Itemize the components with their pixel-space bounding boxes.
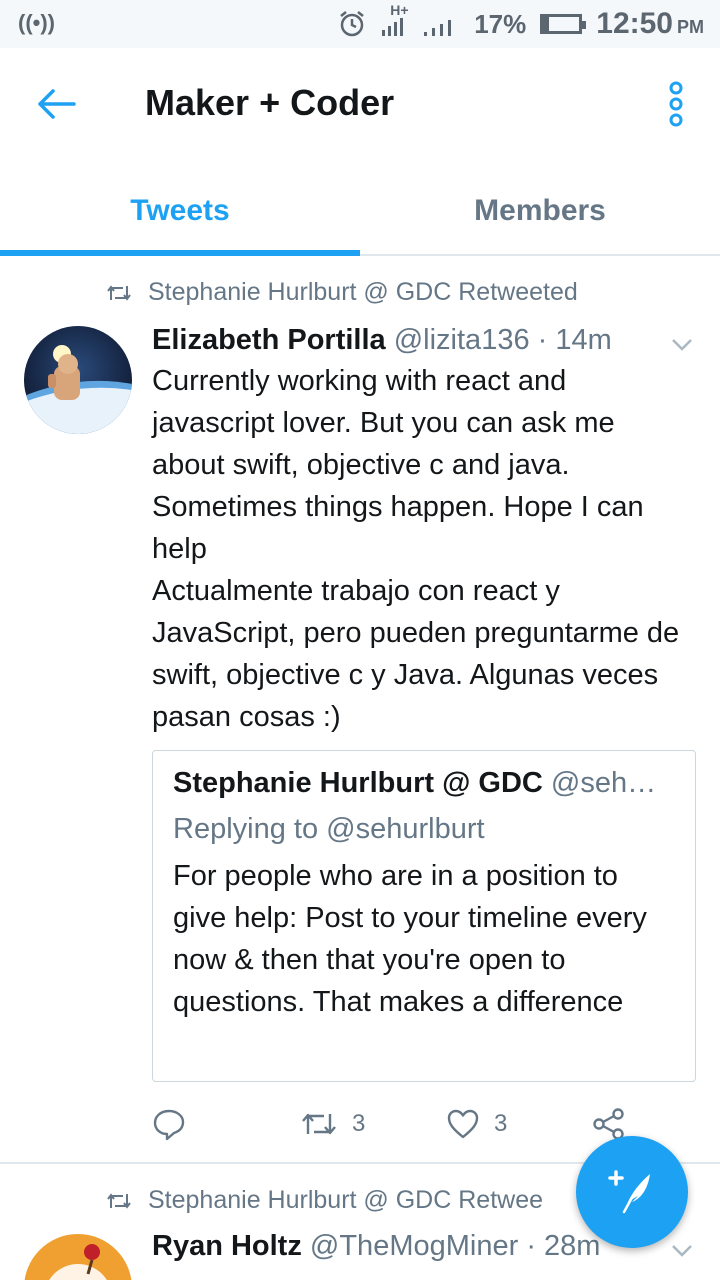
retweet-button[interactable]: 3 — [300, 1100, 365, 1148]
author-name[interactable]: Elizabeth Portilla — [152, 324, 386, 356]
quoted-text: For people who are in a position to give… — [173, 860, 647, 1018]
separator: · — [526, 1230, 536, 1262]
retweet-icon — [302, 1113, 336, 1135]
tweet-header: Ryan Holtz @TheMogMiner · 28m — [152, 1230, 600, 1263]
retweet-count: 3 — [352, 1110, 366, 1137]
retweet-icon — [107, 1192, 131, 1209]
compose-tweet-button[interactable] — [576, 1136, 688, 1248]
tweet-text: Currently working with react and javascr… — [152, 365, 680, 733]
tweet-time: 14m — [555, 324, 612, 356]
compose-tweet-icon — [608, 1170, 650, 1214]
chevron-down-icon[interactable] — [668, 330, 696, 358]
quoted-tweet[interactable]: Stephanie Hurlburt @ GDC @seh… Replying … — [152, 750, 696, 1082]
tweet[interactable]: Stephanie Hurlburt @ GDC Retweeted Eliza… — [0, 0, 720, 1164]
retweet-label: Stephanie Hurlburt @ GDC Retweeted — [148, 278, 578, 306]
author-handle[interactable]: @TheMogMiner — [310, 1230, 518, 1262]
chevron-down-icon[interactable] — [668, 1236, 696, 1264]
replying-to: Replying to @sehurlburt — [173, 813, 485, 845]
quoted-author-name: Stephanie Hurlburt @ GDC — [173, 767, 543, 799]
retweet-icon — [107, 284, 131, 301]
avatar[interactable] — [24, 326, 132, 434]
author-handle[interactable]: @lizita136 — [394, 324, 530, 356]
quoted-header: Stephanie Hurlburt @ GDC @seh… — [173, 767, 678, 800]
quoted-author-handle: @seh… — [550, 767, 657, 799]
tweet-actions: 3 3 — [152, 1100, 672, 1148]
retweet-label: Stephanie Hurlburt @ GDC Retwee — [148, 1186, 543, 1214]
tweet-header: Elizabeth Portilla @lizita136 · 14m — [152, 324, 612, 357]
tweet-time: 28m — [544, 1230, 601, 1262]
like-button[interactable]: 3 — [446, 1100, 507, 1148]
reply-icon — [153, 1109, 185, 1141]
separator: · — [537, 324, 548, 356]
avatar[interactable] — [24, 1234, 132, 1280]
like-count: 3 — [494, 1110, 508, 1137]
retweet-context: Stephanie Hurlburt @ GDC Retweeted — [106, 278, 578, 307]
reply-button[interactable] — [152, 1100, 186, 1148]
author-name[interactable]: Ryan Holtz — [152, 1230, 302, 1262]
share-icon — [593, 1108, 624, 1140]
heart-icon — [447, 1109, 479, 1139]
retweet-context: Stephanie Hurlburt @ GDC Retwee — [106, 1186, 543, 1215]
